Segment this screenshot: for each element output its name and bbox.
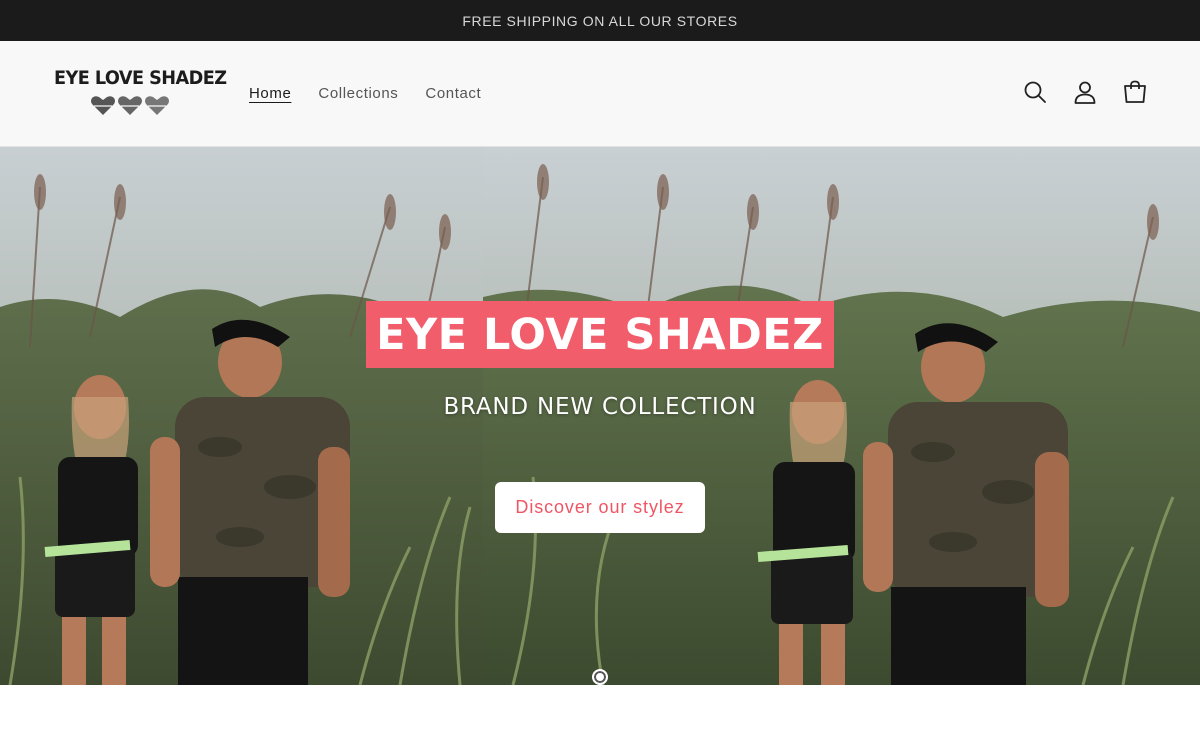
page-body (0, 685, 1200, 740)
discover-button[interactable]: Discover our stylez (495, 482, 705, 533)
account-icon[interactable] (1072, 79, 1098, 105)
hero-title: EYE LOVE SHADEZ (366, 301, 834, 368)
hero-slideshow: EYE LOVE SHADEZ BRAND NEW COLLECTION Dis… (0, 147, 1200, 685)
nav-collections[interactable]: Collections (318, 85, 398, 102)
nav-home[interactable]: Home (249, 85, 291, 102)
announcement-bar: FREE SHIPPING ON ALL OUR STORES (0, 0, 1200, 41)
hero-subtitle: BRAND NEW COLLECTION (443, 394, 757, 420)
site-header: EYE LOVE SHADEZ Home Collections Contact (0, 41, 1200, 147)
logo-text: EYE LOVE SHADEZ (54, 67, 227, 89)
cart-icon[interactable] (1122, 79, 1148, 105)
header-icons (1022, 79, 1148, 105)
store-logo[interactable]: EYE LOVE SHADEZ (54, 67, 227, 121)
slide-dot[interactable] (592, 669, 608, 685)
hearts-icon (91, 96, 169, 115)
nav-contact[interactable]: Contact (425, 85, 481, 102)
main-nav: Home Collections Contact (249, 41, 481, 145)
announcement-text: FREE SHIPPING ON ALL OUR STORES (462, 12, 738, 29)
search-icon[interactable] (1022, 79, 1048, 105)
